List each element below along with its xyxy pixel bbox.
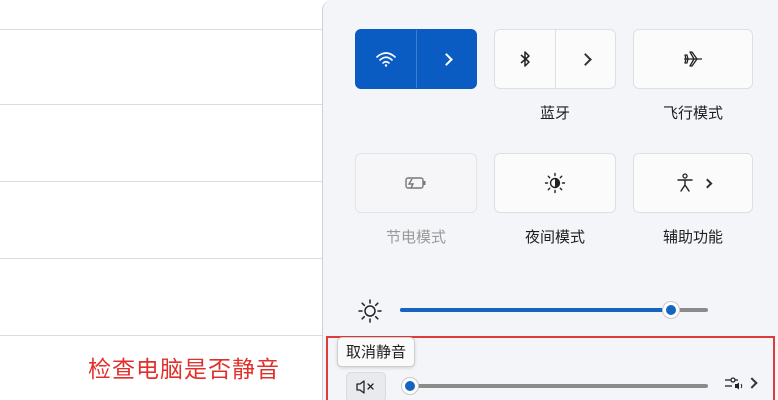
volume-slider-thumb[interactable] bbox=[402, 378, 418, 394]
accessibility-tile[interactable] bbox=[633, 153, 753, 213]
volume-slider-track[interactable] bbox=[410, 384, 708, 388]
bluetooth-expand-button[interactable] bbox=[556, 30, 616, 88]
unmute-tooltip: 取消静音 bbox=[337, 337, 416, 367]
divider-line bbox=[0, 104, 322, 105]
bluetooth-label: 蓝牙 bbox=[539, 104, 570, 122]
night-light-label: 夜间模式 bbox=[524, 228, 585, 246]
annotation-text: 检查电脑是否静音 bbox=[88, 357, 280, 383]
wifi-tile[interactable] bbox=[355, 29, 477, 89]
chevron-right-icon bbox=[578, 52, 592, 66]
wifi-toggle[interactable] bbox=[356, 30, 416, 88]
battery-saver-tile[interactable] bbox=[355, 153, 477, 213]
battery-saver-icon bbox=[405, 177, 426, 189]
bluetooth-toggle[interactable] bbox=[495, 30, 555, 88]
accessibility-label: 辅助功能 bbox=[662, 228, 723, 246]
mute-toggle-button[interactable] bbox=[346, 372, 386, 400]
chevron-right-icon bbox=[439, 52, 453, 66]
chevron-right-icon bbox=[702, 178, 712, 188]
airplane-mode-tile[interactable] bbox=[633, 29, 753, 89]
divider-line bbox=[0, 258, 322, 259]
brightness-icon bbox=[358, 299, 382, 323]
brightness-slider-fill bbox=[400, 308, 672, 312]
speaker-muted-icon bbox=[356, 380, 374, 394]
brightness-slider-thumb[interactable] bbox=[663, 302, 680, 318]
bluetooth-tile[interactable] bbox=[494, 29, 616, 89]
chevron-right-icon bbox=[746, 377, 758, 389]
night-light-tile[interactable] bbox=[494, 153, 616, 213]
divider-line bbox=[0, 29, 322, 30]
bluetooth-icon bbox=[520, 51, 530, 67]
accessibility-icon bbox=[676, 173, 693, 192]
divider-line bbox=[0, 181, 322, 182]
wifi-expand-button[interactable] bbox=[417, 30, 477, 88]
airplane-icon bbox=[684, 51, 702, 67]
audio-output-icon bbox=[725, 377, 743, 390]
battery-saver-label: 节电模式 bbox=[385, 228, 446, 246]
audio-output-button[interactable] bbox=[724, 374, 758, 392]
night-light-icon bbox=[544, 172, 566, 194]
background-window bbox=[0, 0, 326, 400]
wifi-icon bbox=[375, 52, 396, 67]
divider-line bbox=[0, 335, 322, 336]
airplane-mode-label: 飞行模式 bbox=[662, 104, 723, 122]
